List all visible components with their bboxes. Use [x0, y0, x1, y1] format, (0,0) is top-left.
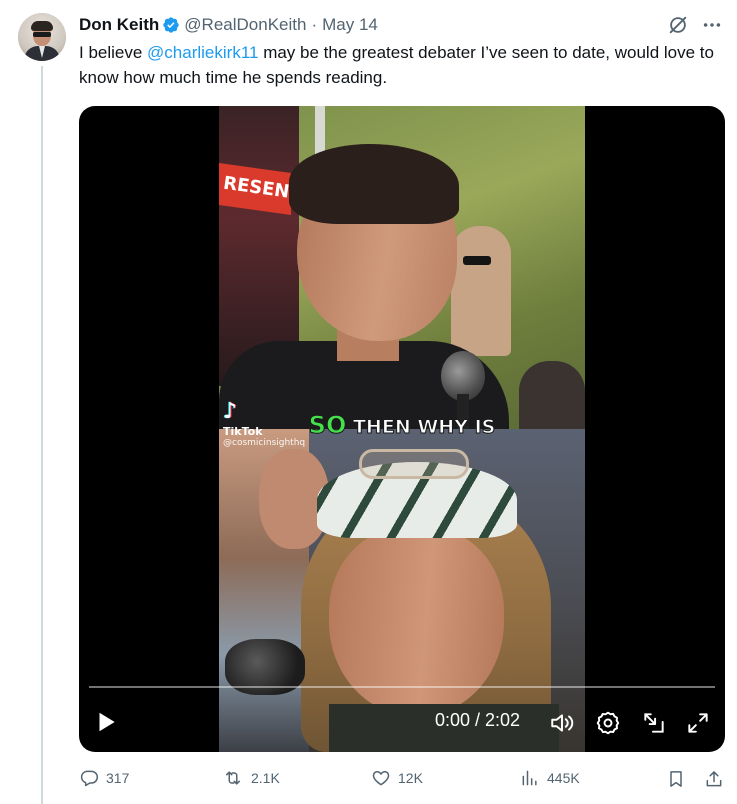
repost-icon[interactable]: [222, 768, 244, 788]
mention-link[interactable]: @charliekirk11: [147, 43, 258, 62]
fullscreen-icon[interactable]: [685, 710, 711, 736]
player-controls: 0:00 / 2:02: [79, 704, 725, 740]
thread-line: [41, 66, 43, 804]
tiktok-username: @cosmicinsighthq: [223, 438, 306, 448]
author-handle[interactable]: @RealDonKeith: [184, 15, 306, 35]
views-action[interactable]: 445K: [520, 768, 580, 788]
share-icon[interactable]: [704, 768, 724, 790]
more-icon[interactable]: [701, 14, 723, 36]
caption-text: THEN WHY IS: [346, 416, 496, 439]
pip-icon[interactable]: [641, 710, 667, 736]
tweet-text-before: I believe: [79, 43, 148, 62]
bookmark-icon[interactable]: [666, 768, 686, 790]
grok-icon[interactable]: [667, 14, 689, 36]
video-player[interactable]: RESENT ♪ TikTok @cosmicinsighthq SO THEN…: [79, 106, 725, 752]
reply-action[interactable]: 317: [79, 768, 129, 788]
tweet-text: I believe @charliekirk11 may be the grea…: [79, 40, 719, 90]
like-count: 12K: [398, 770, 423, 786]
repost-action[interactable]: 2.1K: [222, 768, 280, 788]
like-action[interactable]: 12K: [371, 768, 423, 788]
video-frame[interactable]: RESENT ♪ TikTok @cosmicinsighthq SO THEN…: [219, 106, 585, 752]
heart-icon[interactable]: [371, 768, 391, 788]
verified-badge-icon[interactable]: [162, 16, 180, 34]
avatar[interactable]: [18, 13, 66, 61]
header-separator: ·: [311, 15, 318, 34]
video-time: 0:00 / 2:02: [435, 710, 521, 730]
repost-count: 2.1K: [251, 770, 280, 786]
reply-icon[interactable]: [79, 768, 99, 788]
reply-count: 317: [106, 770, 130, 786]
video-caption: SO THEN WHY IS: [219, 411, 585, 440]
settings-icon[interactable]: [595, 710, 621, 736]
progress-bar[interactable]: [89, 686, 715, 688]
caption-highlight: SO: [308, 411, 347, 440]
tweet-header: Don Keith @RealDonKeith · May 14: [79, 14, 378, 36]
play-icon[interactable]: [93, 708, 119, 736]
tweet-actions: 317 2.1K 12K 445K: [79, 768, 727, 794]
video-top-scene: RESENT: [219, 106, 585, 436]
volume-icon[interactable]: [549, 710, 575, 736]
views-count: 445K: [547, 770, 580, 786]
author-name[interactable]: Don Keith: [79, 15, 159, 35]
tweet-header-actions: [667, 14, 723, 36]
views-icon[interactable]: [520, 768, 540, 788]
tweet-date[interactable]: May 14: [322, 15, 378, 35]
